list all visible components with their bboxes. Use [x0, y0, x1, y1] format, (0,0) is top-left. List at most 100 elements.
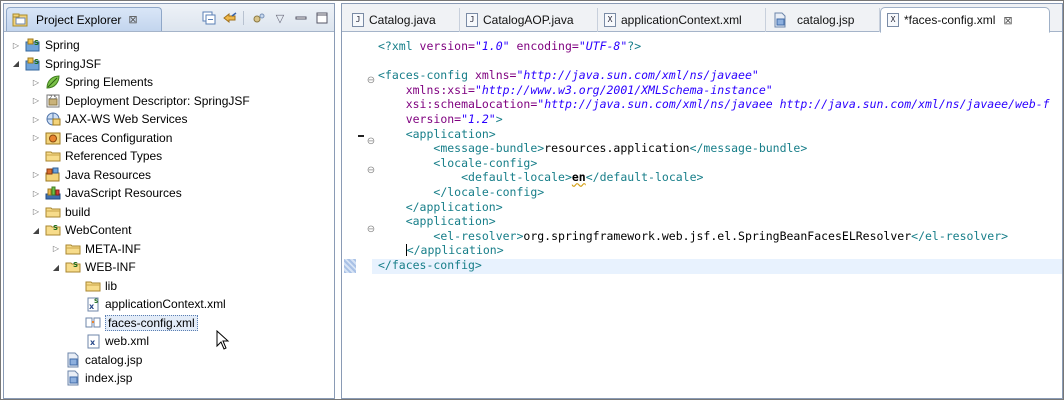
collapsed-arrow-icon[interactable]: ▷	[30, 76, 42, 88]
tree-item-label: Java Resources	[65, 167, 152, 182]
editor-tab-catalogaop-java[interactable]: J CatalogAOP.java	[460, 8, 598, 32]
code-line: <application>	[378, 127, 1050, 142]
tab-label: Project Explorer	[36, 12, 122, 27]
tree-item-label: index.jsp	[85, 371, 133, 386]
explorer-tabbar: Project Explorer ⊠ ▽	[4, 4, 334, 32]
collapsed-arrow-icon[interactable]: ▷	[30, 132, 42, 144]
close-icon[interactable]: ⊠	[128, 13, 137, 26]
minimize-icon[interactable]	[293, 10, 309, 26]
tab-project-explorer[interactable]: Project Explorer ⊠	[6, 7, 162, 31]
code-token: <message-bundle>	[433, 141, 545, 156]
filter-icon[interactable]	[251, 10, 267, 26]
editor-tab-applicationcontext-xml[interactable]: XapplicationContext.xml	[598, 8, 766, 32]
editor-tab-label: Catalog.java	[369, 13, 436, 27]
tree-item-label: Spring	[45, 38, 80, 53]
svg-text:x: x	[90, 338, 96, 347]
tree-item-webcontent[interactable]: ◢ S WebContent	[4, 221, 334, 240]
jsp-file-icon	[65, 352, 81, 368]
explorer-toolbar: ▽	[201, 10, 330, 26]
ide-window: Project Explorer ⊠ ▽ ▷ S Spring ◢ S Spri…	[0, 0, 1064, 400]
tree-item-build[interactable]: ▷ build	[4, 203, 334, 222]
code-token: resources.application	[544, 141, 690, 156]
tree-item-label: catalog.jsp	[85, 352, 143, 367]
collapsed-arrow-icon[interactable]: ▷	[50, 243, 62, 255]
code-token: xmlns=	[474, 68, 517, 83]
tree-item-faces-configuration[interactable]: ▷ Faces Configuration	[4, 129, 334, 148]
collapsed-arrow-icon[interactable]: ▷	[30, 206, 42, 218]
collapse-all-icon[interactable]	[201, 10, 217, 26]
code-token: <faces-config	[378, 68, 475, 83]
collapsed-arrow-icon[interactable]: ▷	[30, 95, 42, 107]
collapsed-arrow-icon[interactable]: ▷	[30, 169, 42, 181]
svg-text:S: S	[34, 58, 39, 66]
code-area[interactable]: ⊖ ⊖ ⊖ ⊖ <?xml version="1.0" encoding="UT…	[342, 33, 1062, 398]
tree-item-index-jsp[interactable]: index.jsp	[4, 369, 334, 388]
view-menu-icon[interactable]: ▽	[272, 10, 288, 26]
tree-item-web-xml[interactable]: x web.xml	[4, 332, 334, 351]
tree-item-label: Spring Elements	[65, 75, 154, 90]
tree-item-catalog-jsp[interactable]: catalog.jsp	[4, 351, 334, 370]
code-line: </application>	[378, 243, 1050, 258]
folder-icon	[45, 148, 61, 164]
faces-xml-file-icon	[85, 315, 101, 331]
tree-item-label: Faces Configuration	[65, 130, 173, 145]
code-line: </application>	[378, 200, 1050, 215]
code-token: <locale-config>	[433, 155, 538, 170]
fold-icon[interactable]: ⊖	[366, 137, 376, 147]
folder-icon	[65, 241, 81, 257]
expanded-arrow-icon[interactable]: ◢	[50, 261, 62, 273]
tree-item-springjsf[interactable]: ◢ S SpringJSF	[4, 55, 334, 74]
tree-item-faces-config-xml[interactable]: faces-config.xml	[4, 314, 334, 333]
code-token: </application>	[405, 199, 503, 214]
java-file-icon: J	[352, 13, 364, 27]
code-token: </faces-config>	[378, 257, 482, 272]
code-token: version=	[419, 39, 475, 53]
fold-icon[interactable]: ⊖	[366, 225, 376, 235]
collapsed-arrow-icon[interactable]: ▷	[30, 113, 42, 125]
svg-text:S: S	[34, 39, 39, 47]
tree-item-javascript-resources[interactable]: ▷ JavaScript Resources	[4, 184, 334, 203]
tree-item-label: lib	[105, 278, 118, 293]
code-token: en	[571, 170, 586, 185]
collapsed-arrow-icon[interactable]: ▷	[10, 39, 22, 51]
link-with-editor-icon[interactable]	[222, 10, 238, 26]
collapsed-arrow-icon[interactable]: ▷	[30, 187, 42, 199]
tree-item-label: build	[65, 204, 91, 219]
tree-item-label: JavaScript Resources	[65, 186, 182, 201]
tree-item-java-resources[interactable]: ▷ Java Resources	[4, 166, 334, 185]
tree-item-label: WEB-INF	[85, 260, 136, 275]
svg-text:S: S	[53, 224, 58, 232]
maximize-icon[interactable]	[314, 10, 330, 26]
code-line: <application>	[378, 214, 1050, 229]
xml-editor: J Catalog.java J CatalogAOP.java Xapplicatio…	[341, 3, 1063, 399]
editor-tab-catalog-jsp[interactable]: catalog.jsp	[766, 8, 880, 32]
editor-tab-catalog-java[interactable]: J Catalog.java	[346, 8, 460, 32]
tree-item-deployment-descriptor-springjsf[interactable]: ▷ 2.5 Deployment Descriptor: SpringJSF	[4, 92, 334, 111]
fold-icon[interactable]: ⊖	[366, 166, 376, 176]
expanded-arrow-icon[interactable]: ◢	[10, 58, 22, 70]
tree-item-referenced-types[interactable]: Referenced Types	[4, 147, 334, 166]
tree-item-lib[interactable]: lib	[4, 277, 334, 296]
project-explorer-icon	[12, 12, 28, 28]
editor-tab-faces-config-xml[interactable]: X *faces-config.xml ⊠	[880, 7, 1050, 33]
tree-item-spring-elements[interactable]: ▷ Spring Elements	[4, 73, 334, 92]
code-token: <default-locale>	[461, 170, 572, 185]
close-icon[interactable]: ⊠	[1003, 14, 1012, 27]
tree-item-applicationcontext-xml[interactable]: x S applicationContext.xml	[4, 295, 334, 314]
separator-icon	[243, 11, 246, 25]
tree-item-jax-ws-web-services[interactable]: ▷ JAX-WS Web Services	[4, 110, 334, 129]
code-token: <?xml	[378, 39, 420, 53]
code-line: version="1.2">	[378, 112, 1050, 127]
code-token: <application>	[405, 126, 496, 141]
fold-icon[interactable]: ⊖	[366, 76, 376, 86]
tree-item-spring[interactable]: ▷ S Spring	[4, 36, 334, 55]
tree-item-meta-inf[interactable]: ▷ META-INF	[4, 240, 334, 259]
expanded-arrow-icon[interactable]: ◢	[30, 224, 42, 236]
tree-item-web-inf[interactable]: ◢ S WEB-INF	[4, 258, 334, 277]
